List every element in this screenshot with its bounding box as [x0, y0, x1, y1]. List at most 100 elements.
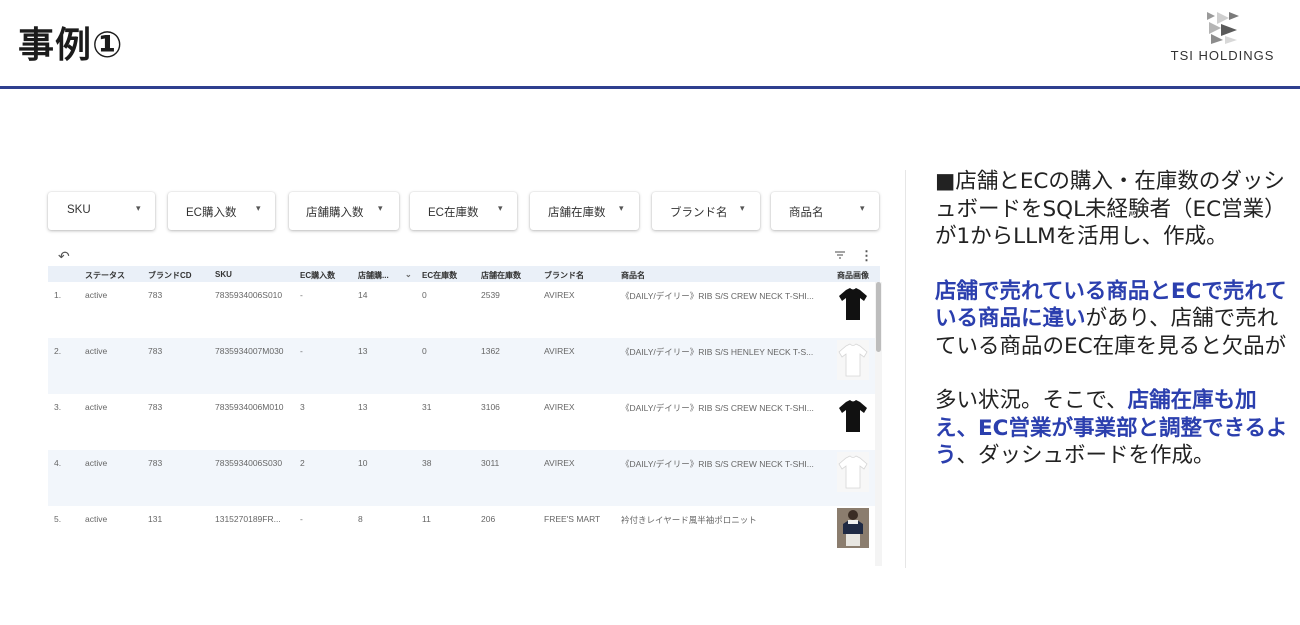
cell-store-purchase: 13 [358, 346, 368, 356]
column-header[interactable]: 店舗購... [358, 270, 389, 281]
sort-indicator-icon[interactable]: ⌄ [405, 270, 412, 279]
table-row[interactable]: 2. active 783 7835934007M030 - 13 0 1362… [48, 338, 880, 394]
description-panel: ■店舗とECの購入・在庫数のダッシュボードをSQL未経験者（EC営業）が1からL… [935, 168, 1295, 470]
cell-status: active [85, 514, 108, 524]
cell-store-stock: 3106 [481, 402, 500, 412]
cell-product: 《DAILY/デイリー》RIB S/S CREW NECK T-SHI... [621, 291, 814, 301]
table-row[interactable]: 3. active 783 7835934006M010 3 13 31 310… [48, 394, 880, 450]
cell-sku: 1315270189FR... [215, 514, 281, 524]
table-toolbar: ↶ ⋮ [40, 248, 880, 264]
filter-store-stock[interactable]: 店舗在庫数 ▾ [530, 192, 639, 230]
cell-store-stock: 1362 [481, 346, 500, 356]
chevron-down-icon: ▾ [860, 203, 865, 213]
header-divider [0, 86, 1300, 89]
filter-ec-stock[interactable]: EC在庫数 ▾ [410, 192, 517, 230]
body-text: 、ダッシュボードを作成。 [956, 443, 1215, 468]
cell-status: active [85, 458, 108, 468]
filter-ec-purchase[interactable]: EC購入数 ▾ [168, 192, 275, 230]
table-row[interactable]: 5. active 131 1315270189FR... - 8 11 206… [48, 506, 880, 562]
cell-ec-purchase: - [300, 290, 303, 300]
cell-ec-purchase: 3 [300, 402, 305, 412]
cell-brand-cd: 783 [148, 290, 163, 300]
filter-brand-name[interactable]: ブランド名 ▾ [652, 192, 760, 230]
chevron-down-icon: ▾ [256, 203, 261, 213]
description-paragraph-2: 店舗で売れている商品とECで売れている商品に違いがあり、店舗で売れている商品のE… [935, 278, 1295, 361]
body-text: 多い状況。そこで、 [935, 388, 1128, 413]
cell-ec-stock: 31 [422, 402, 432, 412]
cell-ec-purchase: - [300, 514, 303, 524]
scrollbar-thumb[interactable] [876, 282, 881, 352]
cell-store-purchase: 14 [358, 290, 368, 300]
filter-icon[interactable] [834, 249, 846, 261]
table-header: ステータス ブランドCD SKU EC購入数 店舗購... ⌄ EC在庫数 店舗… [48, 266, 880, 282]
cell-ec-purchase: 2 [300, 458, 305, 468]
logo-text: TSI HOLDINGS [1170, 48, 1275, 63]
cell-sku: 7835934007M030 [215, 346, 284, 356]
column-header[interactable]: ブランドCD [148, 270, 192, 281]
chevron-down-icon: ▾ [619, 203, 624, 213]
row-number: 1. [54, 290, 62, 300]
description-paragraph-1: ■店舗とECの購入・在庫数のダッシュボードをSQL未経験者（EC営業）が1からL… [935, 169, 1286, 249]
column-header[interactable]: EC在庫数 [422, 270, 457, 281]
white-tshirt-thumbnail [837, 452, 869, 492]
chevron-down-icon: ▾ [136, 203, 141, 213]
filter-product-name[interactable]: 商品名 ▾ [771, 192, 879, 230]
model-photo-thumbnail [837, 508, 869, 548]
cell-store-stock: 3011 [481, 458, 500, 468]
cell-sku: 7835934006S030 [215, 458, 283, 468]
content-divider [905, 170, 906, 568]
row-number: 4. [54, 458, 62, 468]
cell-product: 衿付きレイヤード風半袖ポロニット [621, 515, 757, 525]
filter-label: 店舗購入数 [306, 207, 364, 219]
column-header[interactable]: ステータス [85, 270, 125, 281]
cell-brand: FREE'S MART [544, 514, 601, 524]
more-vert-icon[interactable]: ⋮ [860, 248, 873, 264]
cell-brand: AVIREX [544, 402, 575, 412]
column-header[interactable]: EC購入数 [300, 270, 335, 281]
cell-ec-stock: 0 [422, 346, 427, 356]
cell-brand-cd: 783 [148, 458, 163, 468]
row-number: 3. [54, 402, 62, 412]
filter-sku[interactable]: SKU ▾ [48, 192, 155, 230]
cell-ec-purchase: - [300, 346, 303, 356]
cell-ec-stock: 38 [422, 458, 432, 468]
cell-status: active [85, 402, 108, 412]
dashboard-screenshot: SKU ▾ EC購入数 ▾ 店舗購入数 ▾ EC在庫数 ▾ 店舗在庫数 ▾ ブラ… [40, 186, 885, 571]
row-number: 5. [54, 514, 62, 524]
filter-store-purchase[interactable]: 店舗購入数 ▾ [289, 192, 399, 230]
cell-brand: AVIREX [544, 290, 575, 300]
cell-store-purchase: 8 [358, 514, 363, 524]
black-tshirt-thumbnail [839, 400, 867, 432]
logo-mark-icon [1206, 12, 1239, 44]
row-number: 2. [54, 346, 62, 356]
undo-icon[interactable]: ↶ [58, 248, 70, 265]
chevron-down-icon: ▾ [498, 203, 503, 213]
cell-store-stock: 206 [481, 514, 496, 524]
column-header[interactable]: 商品名 [621, 270, 645, 281]
cell-store-purchase: 10 [358, 458, 368, 468]
cell-brand: AVIREX [544, 346, 575, 356]
filter-label: EC在庫数 [428, 207, 479, 219]
cell-brand-cd: 783 [148, 402, 163, 412]
cell-status: active [85, 346, 108, 356]
slide-title: 事例① [18, 25, 124, 66]
table-row[interactable]: 1. active 783 7835934006S010 - 14 0 2539… [48, 282, 880, 338]
cell-product: 《DAILY/デイリー》RIB S/S CREW NECK T-SHI... [621, 403, 814, 413]
description-paragraph-3: 多い状況。そこで、店舗在庫も加え、EC営業が事業部と調整できるよう、ダッシュボー… [935, 387, 1295, 470]
filter-label: 店舗在庫数 [548, 207, 606, 219]
column-header[interactable]: SKU [215, 270, 232, 279]
filter-label: ブランド名 [670, 207, 728, 219]
filter-label: 商品名 [789, 207, 824, 219]
white-tshirt-thumbnail [837, 340, 869, 380]
column-header[interactable]: 店舗在庫数 [481, 270, 521, 281]
company-logo: TSI HOLDINGS [1160, 10, 1285, 80]
cell-brand-cd: 131 [148, 514, 163, 524]
cell-store-stock: 2539 [481, 290, 500, 300]
cell-product: 《DAILY/デイリー》RIB S/S CREW NECK T-SHI... [621, 459, 814, 469]
column-header[interactable]: 商品画像 [837, 270, 869, 281]
cell-product: 《DAILY/デイリー》RIB S/S HENLEY NECK T-S... [621, 347, 814, 357]
column-header[interactable]: ブランド名 [544, 270, 584, 281]
cell-ec-stock: 0 [422, 290, 427, 300]
table-row[interactable]: 4. active 783 7835934006S030 2 10 38 301… [48, 450, 880, 506]
cell-store-purchase: 13 [358, 402, 368, 412]
